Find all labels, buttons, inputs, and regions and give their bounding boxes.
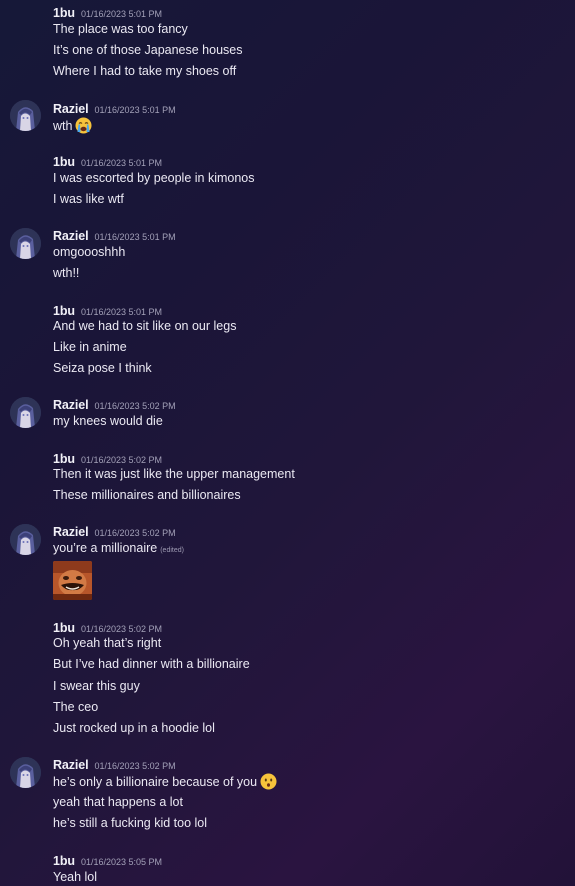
kissing-face-icon [260,773,277,794]
message-text: Like in anime [53,340,127,354]
avatar[interactable] [10,397,41,428]
message-text: Where I had to take my shoes off [53,64,237,78]
author-name[interactable]: Raziel [53,102,89,116]
timestamp: 01/16/2023 5:01 PM [80,9,162,19]
author-name[interactable]: Raziel [53,525,89,539]
crying-face-icon [75,117,92,138]
timestamp: 01/16/2023 5:02 PM [94,761,176,771]
avatar[interactable] [10,757,41,788]
message-text: omgoooshhh [53,245,126,259]
message-header: Raziel 01/16/2023 5:01 PM [53,227,176,243]
message-header: 1bu 01/16/2023 5:01 PM [53,302,162,318]
message-text: Yeah lol [53,870,98,884]
message-text: you’re a millionaire [53,541,158,555]
message-header: Raziel 01/16/2023 5:02 PM [53,756,176,772]
message-text: Then it was just like the upper manageme… [53,467,295,481]
message-text: The ceo [53,700,99,714]
author-name[interactable]: 1bu [53,6,75,20]
message-text: my knees would die [53,414,163,428]
message-text: The place was too fancy [53,22,188,36]
author-name[interactable]: 1bu [53,621,75,635]
message-text-row: you’re a millionaire (edited) [53,540,184,559]
message-header: Raziel 01/16/2023 5:02 PM [53,523,176,539]
message-text: I swear this guy [53,679,140,693]
avatar[interactable] [10,100,41,131]
message-header: 1bu 01/16/2023 5:01 PM [53,153,162,169]
timestamp: 01/16/2023 5:01 PM [94,105,176,115]
message-header: 1bu 01/16/2023 5:01 PM [53,4,162,20]
author-name[interactable]: Raziel [53,758,89,772]
timestamp: 01/16/2023 5:02 PM [80,624,162,634]
author-name[interactable]: 1bu [53,155,75,169]
message-text: I was like wtf [53,192,124,206]
avatar[interactable] [10,228,41,259]
message-text: wth [53,119,73,133]
message-header: 1bu 01/16/2023 5:05 PM [53,852,162,868]
timestamp: 01/16/2023 5:01 PM [80,158,162,168]
message-text: yeah that happens a lot [53,795,183,809]
message-text: he’s only a billionaire because of you [53,775,258,789]
message-text: It’s one of those Japanese houses [53,43,243,57]
message-text: he’s still a fucking kid too lol [53,816,208,830]
message-text: Oh yeah that’s right [53,636,162,650]
timestamp: 01/16/2023 5:05 PM [80,857,162,867]
message-text: wth!! [53,266,80,280]
message-text-row: he’s only a billionaire because of you [53,773,277,794]
message-text: I was escorted by people in kimonos [53,171,255,185]
author-name[interactable]: Raziel [53,398,89,412]
author-name[interactable]: 1bu [53,452,75,466]
message-header: 1bu 01/16/2023 5:02 PM [53,450,162,466]
message-header: Raziel 01/16/2023 5:01 PM [53,100,176,116]
timestamp: 01/16/2023 5:01 PM [94,232,176,242]
message-text: And we had to sit like on our legs [53,319,237,333]
message-text: These millionaires and billionaires [53,488,241,502]
message-text: But I’ve had dinner with a billionaire [53,657,250,671]
author-name[interactable]: 1bu [53,854,75,868]
message-header: Raziel 01/16/2023 5:02 PM [53,396,176,412]
timestamp: 01/16/2023 5:02 PM [94,528,176,538]
timestamp: 01/16/2023 5:02 PM [94,401,176,411]
avatar[interactable] [10,524,41,555]
message-text: Seiza pose I think [53,361,152,375]
message-header: 1bu 01/16/2023 5:02 PM [53,619,162,635]
edited-label: (edited) [160,547,184,554]
author-name[interactable]: Raziel [53,229,89,243]
message-text-row: wth [53,117,92,138]
image-attachment[interactable] [53,561,92,600]
message-text: Just rocked up in a hoodie lol [53,721,215,735]
timestamp: 01/16/2023 5:01 PM [80,307,162,317]
author-name[interactable]: 1bu [53,304,75,318]
timestamp: 01/16/2023 5:02 PM [80,455,162,465]
